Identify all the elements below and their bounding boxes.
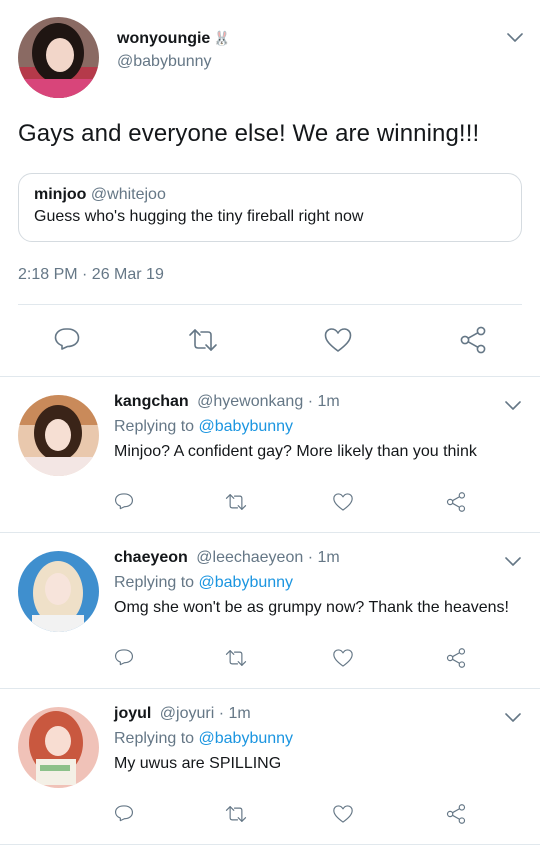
reply-author-handle[interactable]: @leechaeyeon xyxy=(196,549,303,566)
reply-icon[interactable] xyxy=(113,803,135,825)
reply-text: Minjoo? A confident gay? More likely tha… xyxy=(114,443,477,460)
reply-tweet[interactable]: joyul @joyuri · 1m Replying to @babybunn… xyxy=(0,689,540,845)
replying-to: Replying to @babybunny xyxy=(114,418,293,436)
chevron-down-icon[interactable] xyxy=(505,31,525,45)
chevron-down-icon[interactable] xyxy=(503,711,523,725)
reply-text: Omg she won't be as grumpy now? Thank th… xyxy=(114,599,509,616)
quoted-tweet-header: minjoo @whitejoo xyxy=(34,186,166,204)
reply-time: · 1m xyxy=(307,393,340,410)
main-tweet-text: Gays and everyone else! We are winning!!… xyxy=(18,120,480,147)
reply-author-handle[interactable]: @hyewonkang xyxy=(197,393,303,410)
tweet-timestamp[interactable]: 2:18 PM · 26 Mar 19 xyxy=(18,266,164,284)
like-icon[interactable] xyxy=(332,803,354,825)
main-author-avatar[interactable] xyxy=(18,17,99,98)
reply-header: joyul @joyuri · 1m xyxy=(114,705,251,723)
rabbit-emoji-icon: 🐰 xyxy=(213,30,231,46)
replying-to-label: Replying to xyxy=(114,574,195,591)
like-icon[interactable] xyxy=(332,491,354,513)
reply-icon[interactable] xyxy=(113,491,135,513)
replying-to: Replying to @babybunny xyxy=(114,730,293,748)
author-name[interactable]: wonyoungie xyxy=(117,30,210,47)
reply-tweet[interactable]: kangchan @hyewonkang · 1m Replying to @b… xyxy=(0,377,540,533)
quoted-author-name: minjoo xyxy=(34,186,87,203)
quoted-tweet[interactable]: minjoo @whitejoo Guess who's hugging the… xyxy=(18,173,522,242)
reply-time: · 1m xyxy=(218,705,251,722)
reply-author-name[interactable]: chaeyeon xyxy=(114,549,188,566)
chevron-down-icon[interactable] xyxy=(503,399,523,413)
replying-to-link[interactable]: @babybunny xyxy=(199,418,294,435)
retweet-icon[interactable] xyxy=(188,325,218,355)
chevron-down-icon[interactable] xyxy=(503,555,523,569)
quoted-tweet-text: Guess who's hugging the tiny fireball ri… xyxy=(34,208,364,225)
replying-to-link[interactable]: @babybunny xyxy=(199,574,294,591)
reply-header: kangchan @hyewonkang · 1m xyxy=(114,393,340,411)
retweet-icon[interactable] xyxy=(225,647,247,669)
retweet-icon[interactable] xyxy=(225,491,247,513)
retweet-icon[interactable] xyxy=(225,803,247,825)
reply-author-handle[interactable]: @joyuri xyxy=(160,705,214,722)
avatar[interactable] xyxy=(18,395,99,476)
share-icon[interactable] xyxy=(458,325,488,355)
avatar[interactable] xyxy=(18,707,99,788)
divider xyxy=(18,304,522,305)
share-icon[interactable] xyxy=(445,647,467,669)
replying-to-label: Replying to xyxy=(114,730,195,747)
share-icon[interactable] xyxy=(445,491,467,513)
like-icon[interactable] xyxy=(332,647,354,669)
quoted-author-handle: @whitejoo xyxy=(90,186,166,203)
reply-text: My uwus are SPILLING xyxy=(114,755,282,772)
replying-to: Replying to @babybunny xyxy=(114,574,293,592)
share-icon[interactable] xyxy=(445,803,467,825)
replying-to-label: Replying to xyxy=(114,418,195,435)
reply-icon[interactable] xyxy=(113,647,135,669)
like-icon[interactable] xyxy=(323,325,353,355)
reply-time: · 1m xyxy=(307,549,340,566)
avatar[interactable] xyxy=(18,551,99,632)
main-author-name[interactable]: wonyoungie 🐰 xyxy=(117,30,231,48)
reply-header: chaeyeon @leechaeyeon · 1m xyxy=(114,549,340,567)
main-author-handle[interactable]: @babybunny xyxy=(117,53,212,71)
replying-to-link[interactable]: @babybunny xyxy=(199,730,294,747)
reply-author-name[interactable]: joyul xyxy=(114,705,151,722)
reply-tweet[interactable]: chaeyeon @leechaeyeon · 1m Replying to @… xyxy=(0,533,540,689)
reply-author-name[interactable]: kangchan xyxy=(114,393,189,410)
reply-icon[interactable] xyxy=(52,325,82,355)
